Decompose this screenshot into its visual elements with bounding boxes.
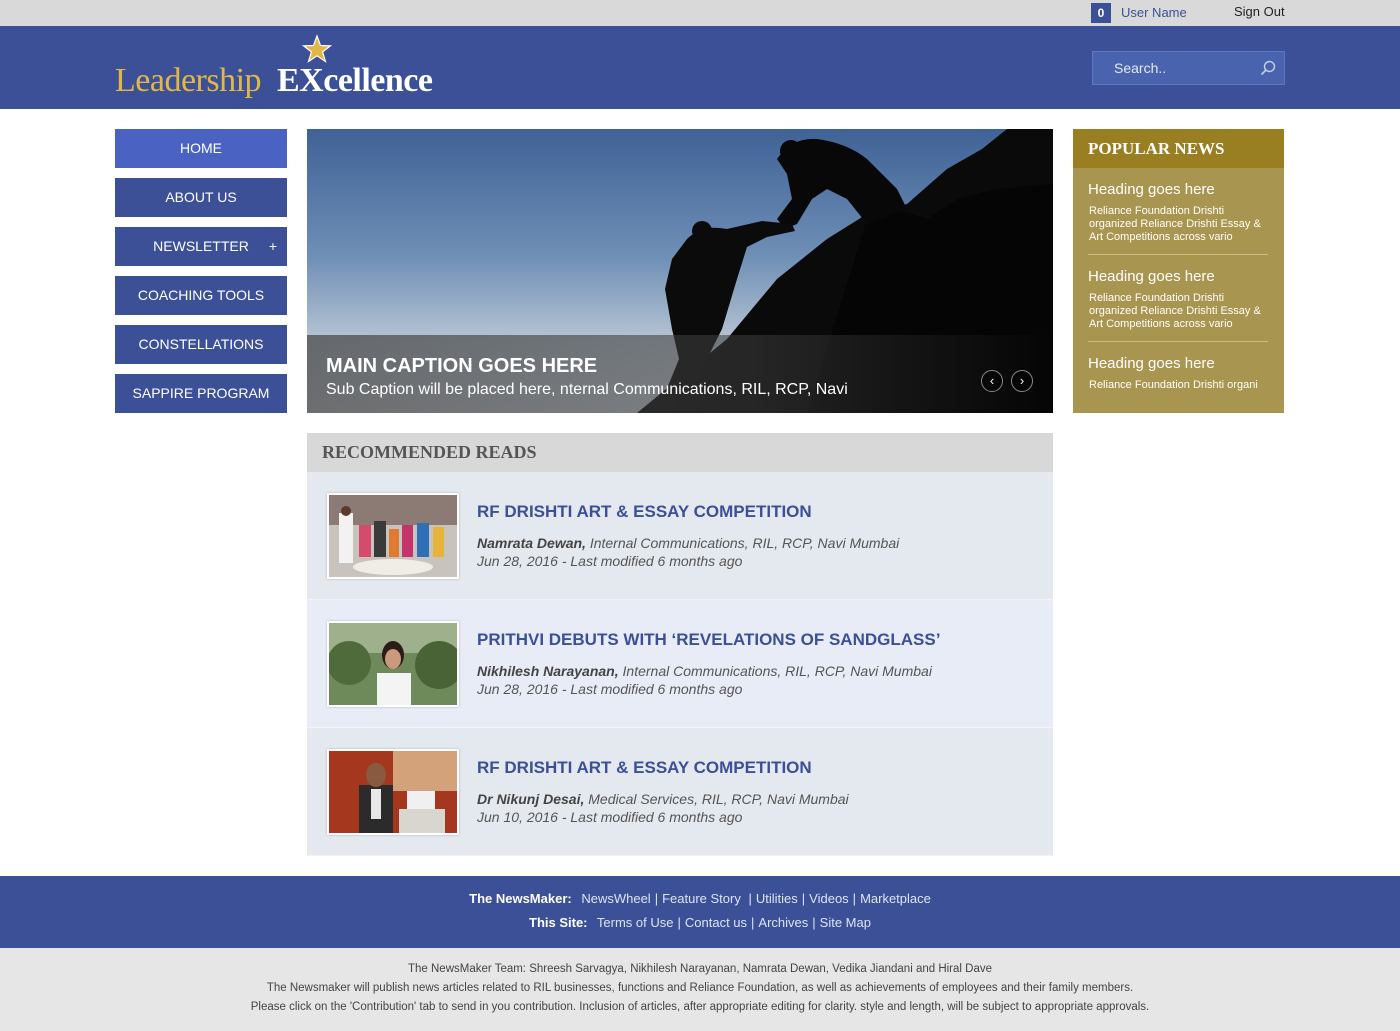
article-row[interactable]: RF DRISHTI ART & ESSAY COMPETITION Namra… <box>307 472 1053 600</box>
article-thumbnail[interactable] <box>327 493 459 579</box>
group-photo-image <box>329 495 457 577</box>
popular-news-item[interactable]: Heading goes here Reliance Foundation Dr… <box>1088 168 1268 255</box>
footer-separator: | <box>751 915 755 930</box>
popular-news-title[interactable]: Heading goes here <box>1088 355 1268 372</box>
popular-news-item[interactable]: Heading goes here Reliance Foundation Dr… <box>1088 255 1268 342</box>
article-byline: Nikhilesh Narayanan, Internal Communicat… <box>477 663 932 679</box>
article-thumbnail[interactable] <box>327 621 463 707</box>
user-name-link[interactable]: User Name <box>1121 5 1187 20</box>
article-thumbnail[interactable] <box>327 749 459 835</box>
footer-link-videos[interactable]: Videos <box>809 891 849 906</box>
article-byline: Dr Nikunj Desai, Medical Services, RIL, … <box>477 791 849 807</box>
notification-count-badge[interactable]: 0 <box>1091 3 1111 23</box>
nav-item-label: HOME <box>180 140 222 156</box>
logo-text-excellence: EXcellence <box>277 62 433 99</box>
search-box <box>1092 51 1285 85</box>
popular-news-title[interactable]: Heading goes here <box>1088 181 1268 198</box>
slider-prev-button[interactable]: ‹ <box>981 370 1003 392</box>
popular-news-excerpt: Reliance Foundation Drishti organi <box>1089 379 1258 391</box>
hero-title: MAIN CAPTION GOES HERE <box>326 355 598 377</box>
popular-news-heading: POPULAR NEWS <box>1073 129 1284 168</box>
footer-link-utilities[interactable]: Utilities <box>756 891 798 906</box>
nav-item-label: COACHING TOOLS <box>137 287 265 303</box>
recommended-reads-heading: RECOMMENDED READS <box>307 433 1053 472</box>
footer-separator: | <box>654 891 659 906</box>
footer-separator: | <box>677 915 681 930</box>
article-author: Nikhilesh Narayanan, <box>477 663 619 679</box>
footer-separator: | <box>744 891 752 906</box>
footer-separator: | <box>801 891 806 906</box>
nav-item-sappire-program[interactable]: SAPPIRE PROGRAM <box>115 374 287 413</box>
footer-link-site-map[interactable]: Site Map <box>820 915 871 930</box>
logo-text-leadership: Leadership <box>115 62 262 99</box>
article-author: Dr Nikunj Desai, <box>477 791 585 807</box>
speaker-photo-image <box>329 751 457 833</box>
footer-separator: | <box>812 915 816 930</box>
slider-next-button[interactable]: › <box>1011 370 1033 392</box>
footer-link-marketplace[interactable]: Marketplace <box>860 891 931 906</box>
site-links-row: This Site: Terms of Use | Contact us | Archi… <box>0 915 1400 930</box>
article-title[interactable]: RF DRISHTI ART & ESSAY COMPETITION <box>477 758 812 778</box>
footer-separator: | <box>852 891 857 906</box>
popular-news-excerpt: Reliance Foundation Drishti organized Re… <box>1089 205 1261 243</box>
article-title[interactable]: RF DRISHTI ART & ESSAY COMPETITION <box>477 502 812 522</box>
footer-links: The NewsMaker: NewsWheel | Feature Story |… <box>0 876 1400 948</box>
expand-plus-icon[interactable]: + <box>269 227 277 266</box>
hero-subtitle: Sub Caption will be placed here, nternal… <box>326 381 848 398</box>
newsmaker-team-text: The NewsMaker Team: Shreesh Sarvagya, Ni… <box>407 963 993 975</box>
main-nav: HOME ABOUT US NEWSLETTER + COACHING TOOLS… <box>115 129 287 423</box>
top-bar: 0 User Name Sign Out <box>0 0 1400 26</box>
nav-item-home[interactable]: HOME <box>115 129 287 168</box>
newsmaker-links-row: The NewsMaker: NewsWheel | Feature Story |… <box>0 891 1400 906</box>
site-logo[interactable]: Leadership EXcellence <box>115 34 475 104</box>
search-input[interactable] <box>1093 52 1253 84</box>
article-date: Jun 28, 2016 - Last modified 6 months ag… <box>477 553 743 569</box>
popular-news-title[interactable]: Heading goes here <box>1088 268 1268 285</box>
newsmaker-about-text: The Newsmaker will publish news articles… <box>266 982 1134 994</box>
article-department: Internal Communications, RIL, RCP, Navi … <box>622 663 932 679</box>
article-title[interactable]: PRITHVI DEBUTS WITH ‘REVELATIONS OF SAND… <box>477 630 940 650</box>
article-date: Jun 10, 2016 - Last modified 6 months ag… <box>477 809 743 825</box>
newsmaker-label: The NewsMaker: <box>469 891 572 906</box>
footer-link-newswheel[interactable]: NewsWheel <box>581 891 650 906</box>
nav-item-newsletter[interactable]: NEWSLETTER + <box>115 227 287 266</box>
contribution-note-text: Please click on the 'Contribution' tab t… <box>250 1001 1150 1013</box>
nav-item-label: SAPPIRE PROGRAM <box>132 385 270 401</box>
nav-item-label: CONSTELLATIONS <box>138 336 264 352</box>
article-row[interactable]: RF DRISHTI ART & ESSAY COMPETITION Dr Ni… <box>307 728 1053 856</box>
footer-link-feature-story[interactable]: Feature Story <box>662 891 741 906</box>
article-department: Internal Communications, RIL, RCP, Navi … <box>589 535 900 551</box>
popular-news-item[interactable]: Heading goes here Reliance Foundation Dr… <box>1088 342 1268 413</box>
nav-item-about-us[interactable]: ABOUT US <box>115 178 287 217</box>
sign-out-link[interactable]: Sign Out <box>1234 4 1285 19</box>
hero-slider[interactable]: MAIN CAPTION GOES HERE Sub Caption will … <box>307 129 1053 413</box>
footer-link-contact-us[interactable]: Contact us <box>685 915 747 930</box>
article-date: Jun 28, 2016 - Last modified 6 months ag… <box>477 681 743 697</box>
portrait-photo-image <box>327 623 463 705</box>
popular-news-excerpt: Reliance Foundation Drishti organized Re… <box>1089 292 1261 330</box>
logo-star-icon <box>301 34 333 64</box>
article-row[interactable]: PRITHVI DEBUTS WITH ‘REVELATIONS OF SAND… <box>307 600 1053 728</box>
recommended-reads: RECOMMENDED READS RF DRISHTI ART & ESSAY… <box>307 433 1053 856</box>
footer-link-terms-of-use[interactable]: Terms of Use <box>597 915 674 930</box>
article-byline: Namrata Dewan, Internal Communications, … <box>477 535 899 551</box>
site-header: Leadership EXcellence <box>0 26 1400 109</box>
nav-item-coaching-tools[interactable]: COACHING TOOLS <box>115 276 287 315</box>
nav-item-label: ABOUT US <box>165 189 237 205</box>
footer-info: The NewsMaker Team: Shreesh Sarvagya, Ni… <box>0 948 1400 1031</box>
popular-news-panel: POPULAR NEWS Heading goes here Reliance … <box>1073 129 1284 413</box>
site-label: This Site: <box>529 915 588 930</box>
hero-caption: MAIN CAPTION GOES HERE Sub Caption will … <box>307 335 1053 413</box>
article-department: Medical Services, RIL, RCP, Navi Mumbai <box>588 791 849 807</box>
nav-item-label: NEWSLETTER <box>153 238 249 254</box>
article-author: Namrata Dewan, <box>477 535 586 551</box>
footer-link-archives[interactable]: Archives <box>758 915 808 930</box>
nav-item-constellations[interactable]: CONSTELLATIONS <box>115 325 287 364</box>
search-icon[interactable] <box>1259 59 1277 77</box>
